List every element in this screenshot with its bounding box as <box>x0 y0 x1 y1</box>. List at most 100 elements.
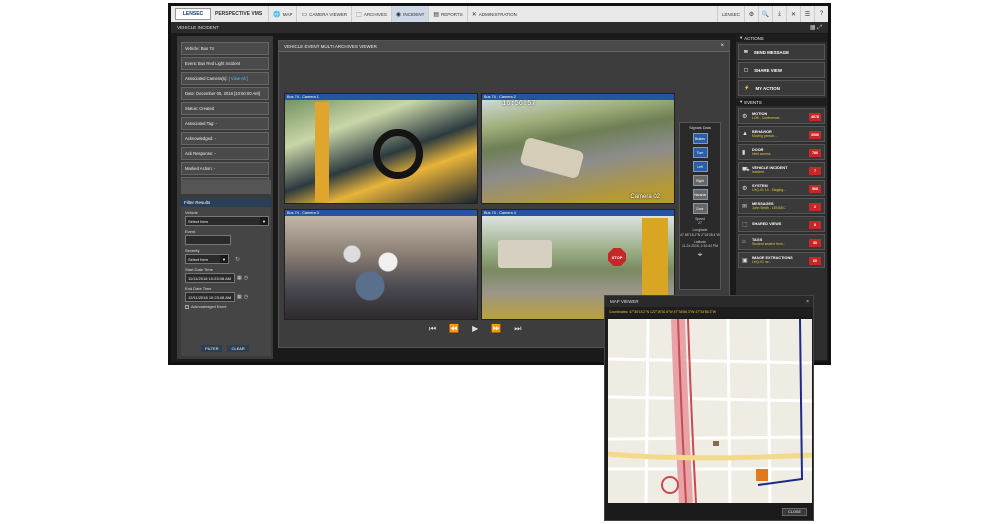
camera-tile-3[interactable]: Bus 74 - Camera 3 <box>284 209 478 320</box>
door-icon: ▮ <box>742 149 746 156</box>
map-viewer-window: MAP VIEWER × Coordinates: 47°36'15.2°N 1… <box>604 295 814 521</box>
monitor-icon: ▭ <box>301 11 308 18</box>
tab-label: ADMINISTRATION <box>478 11 517 17</box>
search-icon[interactable]: 🔍 <box>758 6 772 22</box>
start-date-field[interactable]: 11/11/2018 10:23:08 AM <box>185 273 235 283</box>
close-icon[interactable]: × <box>720 43 724 49</box>
event-door[interactable]: ▮ DOOR Held access 786 <box>738 144 825 160</box>
actions-header: ▾ ACTIONS <box>736 34 827 42</box>
layout-icon[interactable]: ▦ ⤢ <box>810 24 822 32</box>
camera-tile-1[interactable]: Bus 74 - Camera 1 <box>284 93 478 204</box>
speed-readout: Speed 27 <box>695 217 705 226</box>
map-canvas[interactable] <box>608 319 812 503</box>
download-icon[interactable]: ⤓ <box>772 6 786 22</box>
user-name[interactable]: LENSEC <box>716 6 744 22</box>
my-action-button[interactable]: ⚡ MY ACTION <box>738 80 825 96</box>
event-count: 60 <box>809 257 821 265</box>
event-motion[interactable]: ⚙ MOTION LOB - Conference... 4078 <box>738 108 825 124</box>
clock-icon[interactable]: ◷ <box>244 275 248 281</box>
wrench-icon[interactable]: ✕ <box>786 6 800 22</box>
fast-forward-icon[interactable]: ⏩ <box>491 324 501 334</box>
tab-label: ARCHIVES <box>363 11 387 17</box>
end-date-field[interactable]: 12/11/2018 10:23:08 AM <box>185 292 235 302</box>
vehicle-select[interactable]: Select Item ▼ <box>185 216 269 226</box>
event-messages[interactable]: ✉ MESSAGES John Smith - LENSEC 2 <box>738 198 825 214</box>
map-close-button[interactable]: CLOSE <box>782 508 807 516</box>
event-label: Event <box>185 229 196 234</box>
detail-status: Status: Created <box>181 102 269 115</box>
tab-map[interactable]: 🌐 MAP <box>268 6 296 22</box>
signals-panel: Signals Data Brakes Turn Left Right Haza… <box>679 122 721 290</box>
door-signal-icon: Door <box>692 203 708 214</box>
tab-camera-viewer[interactable]: ▭ CAMERA VIEWER <box>296 6 351 22</box>
signals-title: Signals Data <box>689 126 711 130</box>
rewind-icon[interactable]: ⏪ <box>449 324 459 334</box>
gear-icon[interactable]: ⚙ <box>744 6 758 22</box>
refresh-icon[interactable]: ↻ <box>235 256 240 263</box>
stop-sign: STOP <box>608 248 626 266</box>
detail-event: Event: Bus Red Light Incident <box>181 57 269 70</box>
tab-label: MAP <box>282 11 293 17</box>
event-count: 2 <box>809 203 821 211</box>
warning-icon: ▲ <box>742 131 748 137</box>
event-image-extractions[interactable]: ▣ IMAGE EXTRACTIONS LHQ-01 mi... 60 <box>738 252 825 268</box>
tab-archives[interactable]: ⬚ ARCHIVES <box>351 6 391 22</box>
clock-icon[interactable]: ◷ <box>244 294 248 300</box>
camera-tile-2[interactable]: Bus 74 - Camera 2 16:56:57 Camera 02 <box>481 93 675 204</box>
skip-forward-icon[interactable]: ⏭ <box>514 324 521 334</box>
tab-administration[interactable]: ✕ ADMINISTRATION <box>466 6 521 22</box>
clear-button[interactable]: CLEAR <box>227 345 249 352</box>
spacer-bar <box>181 180 271 194</box>
map-header: MAP VIEWER × <box>605 296 813 307</box>
detail-date: Date: December 05, 2018 [10:50:00 AM] <box>181 87 269 100</box>
calendar-icon[interactable]: ▦ <box>237 294 242 300</box>
event-count: 3986 <box>809 131 821 139</box>
play-icon[interactable]: ▶ <box>472 324 478 334</box>
turn-icon: Turn <box>692 147 708 158</box>
lensec-logo: LENSEC <box>175 8 211 20</box>
grid-icon[interactable]: ☰ <box>800 6 814 22</box>
detail-tag: Associated Tag: - <box>181 117 269 130</box>
vehicle-icon: ⛟ <box>742 167 750 173</box>
system-icon: ⚙ <box>742 185 748 192</box>
send-message-button[interactable]: ✉ SEND MESSAGE <box>738 44 825 60</box>
camera-timestamp: 16:56:57 <box>502 100 536 108</box>
calendar-icon[interactable]: ▦ <box>237 275 242 281</box>
camera-label: Bus 74 - Camera 1 <box>285 94 477 100</box>
detail-vehicle: Vehicle: Bus 74 <box>181 42 269 55</box>
share-view-button[interactable]: ⬚ SHARE VIEW <box>738 62 825 78</box>
severity-select[interactable]: Select Item ▼ <box>185 254 229 264</box>
event-behavior[interactable]: ▲ BEHAVIOR Moving person... 3986 <box>738 126 825 142</box>
image-icon: ▣ <box>742 257 748 264</box>
archive-icon: ⬚ <box>356 11 362 18</box>
incident-details-panel: Vehicle: Bus 74 Event: Bus Red Light Inc… <box>177 36 273 359</box>
tab-label: INCIDENT <box>403 11 425 17</box>
bus-pole <box>315 102 329 202</box>
right-icon: Right <box>692 175 708 186</box>
filter-button[interactable]: FILTER <box>201 345 223 352</box>
event-count: 8 <box>809 221 821 229</box>
help-icon[interactable]: ? <box>814 6 828 22</box>
viewer-title: VEHICLE EVENT MULTI ARCHIVES VIEWER <box>284 43 377 49</box>
location-pin-icon[interactable]: ⌖ <box>680 250 720 260</box>
filter-panel: Filter Results Vehicle Select Item ▼ Even… <box>181 198 271 356</box>
shared-icon: ⬚ <box>742 221 748 228</box>
skip-back-icon[interactable]: ⏮ <box>429 324 436 334</box>
tab-incident[interactable]: ◉ INCIDENT <box>390 6 429 22</box>
event-system[interactable]: ⚙ SYSTEM LHQ-01 14 - Staging... 508 <box>738 180 825 196</box>
start-label: Start Date Time <box>185 267 213 272</box>
event-vehicle-incident[interactable]: ⛟ VEHICLE INCIDENT Incident 7 <box>738 162 825 178</box>
event-shared-views[interactable]: ⬚ SHARED VIEWS 8 <box>738 216 825 232</box>
close-icon[interactable]: × <box>806 299 809 305</box>
event-field[interactable] <box>185 235 231 245</box>
top-nav-bar: LENSEC PERSPECTIVE VMS 🌐 MAP ▭ CAMERA VIEW… <box>171 6 828 22</box>
detail-acknowledged: Acknowledged: - <box>181 132 269 145</box>
tab-reports[interactable]: ▤ REPORTS <box>428 6 466 22</box>
ack-checkbox[interactable] <box>185 305 189 309</box>
playback-controls: ⏮ ⏪ ▶ ⏩ ⏭ <box>429 324 522 334</box>
vehicle-label: Vehicle <box>185 210 198 215</box>
event-tags[interactable]: ⌂ TAGS Student seated from... 30 <box>738 234 825 250</box>
end-label: End Date Time <box>185 286 212 291</box>
events-header: ▾ EVENTS <box>736 98 827 106</box>
view-all-link[interactable]: [ View All ] <box>229 76 248 81</box>
